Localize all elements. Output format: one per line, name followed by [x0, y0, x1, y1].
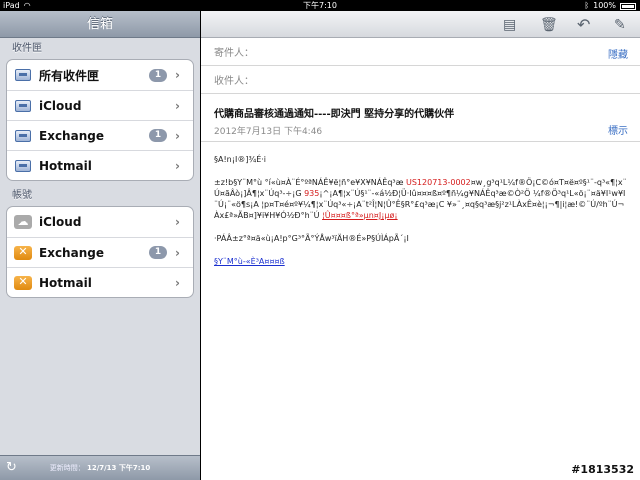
exchange-icon	[14, 245, 32, 260]
bluetooth-icon: ᛒ	[584, 1, 590, 10]
status-time: 下午7:10	[303, 1, 337, 10]
thanks-paragraph: ·PÁÂ±z°ª¤ä«ù¡A!p°G³°Ã°ÝÅw³ïÄH®É»P§ÚÌÁpÃ´…	[214, 234, 409, 243]
cloud-icon: ☁	[14, 215, 32, 229]
inbox-hotmail[interactable]: Hotmail ›	[7, 150, 193, 180]
to-label: 收件人：	[214, 76, 254, 87]
account-label: Hotmail	[39, 275, 92, 290]
mailboxes-title: 信箱	[0, 11, 200, 38]
chevron-right-icon: ›	[175, 158, 180, 173]
unread-badge: 1	[149, 68, 167, 82]
chevron-right-icon: ›	[175, 98, 180, 113]
mailboxes-footer: ↻ 更新時間： 12/7/13 下午7:10	[0, 455, 200, 480]
unread-badge: 1	[149, 129, 167, 142]
chevron-right-icon: ›	[175, 245, 180, 260]
chevron-right-icon: ›	[175, 275, 180, 290]
inbox-icon	[15, 129, 31, 142]
inbox-icon	[15, 69, 31, 81]
battery-percent: 100%	[593, 1, 616, 10]
inbox-label: Exchange	[39, 128, 104, 143]
order-number: US120713-0002	[406, 178, 471, 187]
account-icloud[interactable]: ☁ iCloud ›	[7, 207, 193, 237]
inbox-label: iCloud	[39, 98, 82, 113]
inbox-all[interactable]: 所有收件匣 1 ›	[7, 60, 193, 90]
member-center-link[interactable]: ¦Û¤¤¤ß°ª»µn¤J¡µø¡	[322, 211, 398, 220]
account-exchange[interactable]: Exchange 1 ›	[7, 237, 193, 267]
chevron-right-icon: ›	[175, 68, 180, 82]
account-hotmail[interactable]: Hotmail ›	[7, 267, 193, 297]
battery-icon	[620, 3, 636, 10]
message-date: 2012年7月13日 下午4:46	[214, 127, 323, 137]
message-toolbar: ▤ 🗑 ↶ ✎	[201, 11, 640, 38]
folder-icon[interactable]: ▤	[503, 17, 516, 33]
updated-time: 12/7/13 下午7:10	[86, 464, 151, 472]
chevron-right-icon: ›	[175, 215, 180, 229]
greeting: §A!n¡I®]¾É·i	[214, 155, 267, 164]
from-label: 寄件人：	[214, 48, 254, 59]
inbox-label: 所有收件匣	[39, 68, 100, 83]
updated-label: 更新時間：	[49, 464, 85, 472]
trash-icon[interactable]: 🗑	[540, 17, 558, 33]
account-label: Exchange	[39, 245, 104, 260]
account-label: iCloud	[39, 215, 82, 229]
chevron-right-icon: ›	[175, 128, 180, 143]
date-row: 2012年7月13日 下午4:46 標示	[201, 120, 640, 142]
accounts-section-title: 帳號	[12, 190, 32, 201]
inbox-label: Hotmail	[39, 158, 92, 173]
accounts-group: ☁ iCloud › Exchange 1 › Hotmail ›	[6, 206, 194, 298]
message-body: §A!n¡I®]¾É·i ±z!b§Y¨M°ù °í«ù¤À¨É°ºªNÁÊ¥ë…	[201, 142, 640, 267]
message-subject: 代購商品審核通過通知----即決門 堅持分享的代購伙伴	[214, 109, 455, 120]
body-paragraph: ±z!b§Y¨M°ù °í«ù¤À¨É°ºªNÁÊ¥ë¦ñ°e¥X¥NÁÊq³æ…	[214, 177, 627, 221]
reply-icon[interactable]: ↶	[577, 15, 590, 34]
mark-link[interactable]: 標示	[608, 122, 628, 137]
inbox-icloud[interactable]: iCloud ›	[7, 90, 193, 120]
body-text: ±z!b§Y¨M°ù °í«ù¤À¨É°ºªNÁÊ¥ë¦ñ°e¥X¥NÁÊq³æ	[214, 178, 406, 187]
watermark: #1813532	[571, 463, 634, 476]
to-row: 收件人：	[201, 66, 640, 94]
compose-icon[interactable]: ✎	[614, 17, 626, 33]
from-row: 寄件人： 隱藏	[201, 38, 640, 66]
hide-details-link[interactable]: 隱藏	[608, 46, 628, 61]
exchange-icon	[14, 275, 32, 290]
message-pane: ▤ 🗑 ↶ ✎ 寄件人： 隱藏 收件人： 代購商品審核通過通知----即決門 堅…	[201, 11, 640, 480]
status-bar: iPad ◠ 下午7:10 ᛒ 100%	[0, 0, 640, 11]
unread-badge: 1	[149, 246, 167, 259]
mailboxes-pane: 信箱 收件匣 所有收件匣 1 › iCloud › Exchange 1 › H…	[0, 11, 200, 480]
inbox-icon	[15, 99, 31, 112]
inbox-group: 所有收件匣 1 › iCloud › Exchange 1 › Hotmail …	[6, 59, 194, 181]
last-updated: 更新時間： 12/7/13 下午7:10	[0, 463, 200, 473]
inbox-exchange[interactable]: Exchange 1 ›	[7, 120, 193, 150]
amount: 935	[304, 189, 320, 198]
service-center-link[interactable]: §Y¨M°ù-«È³A¤¤¤ß	[214, 257, 285, 266]
inbox-icon	[15, 159, 31, 172]
inbox-section-title: 收件匣	[12, 43, 42, 54]
